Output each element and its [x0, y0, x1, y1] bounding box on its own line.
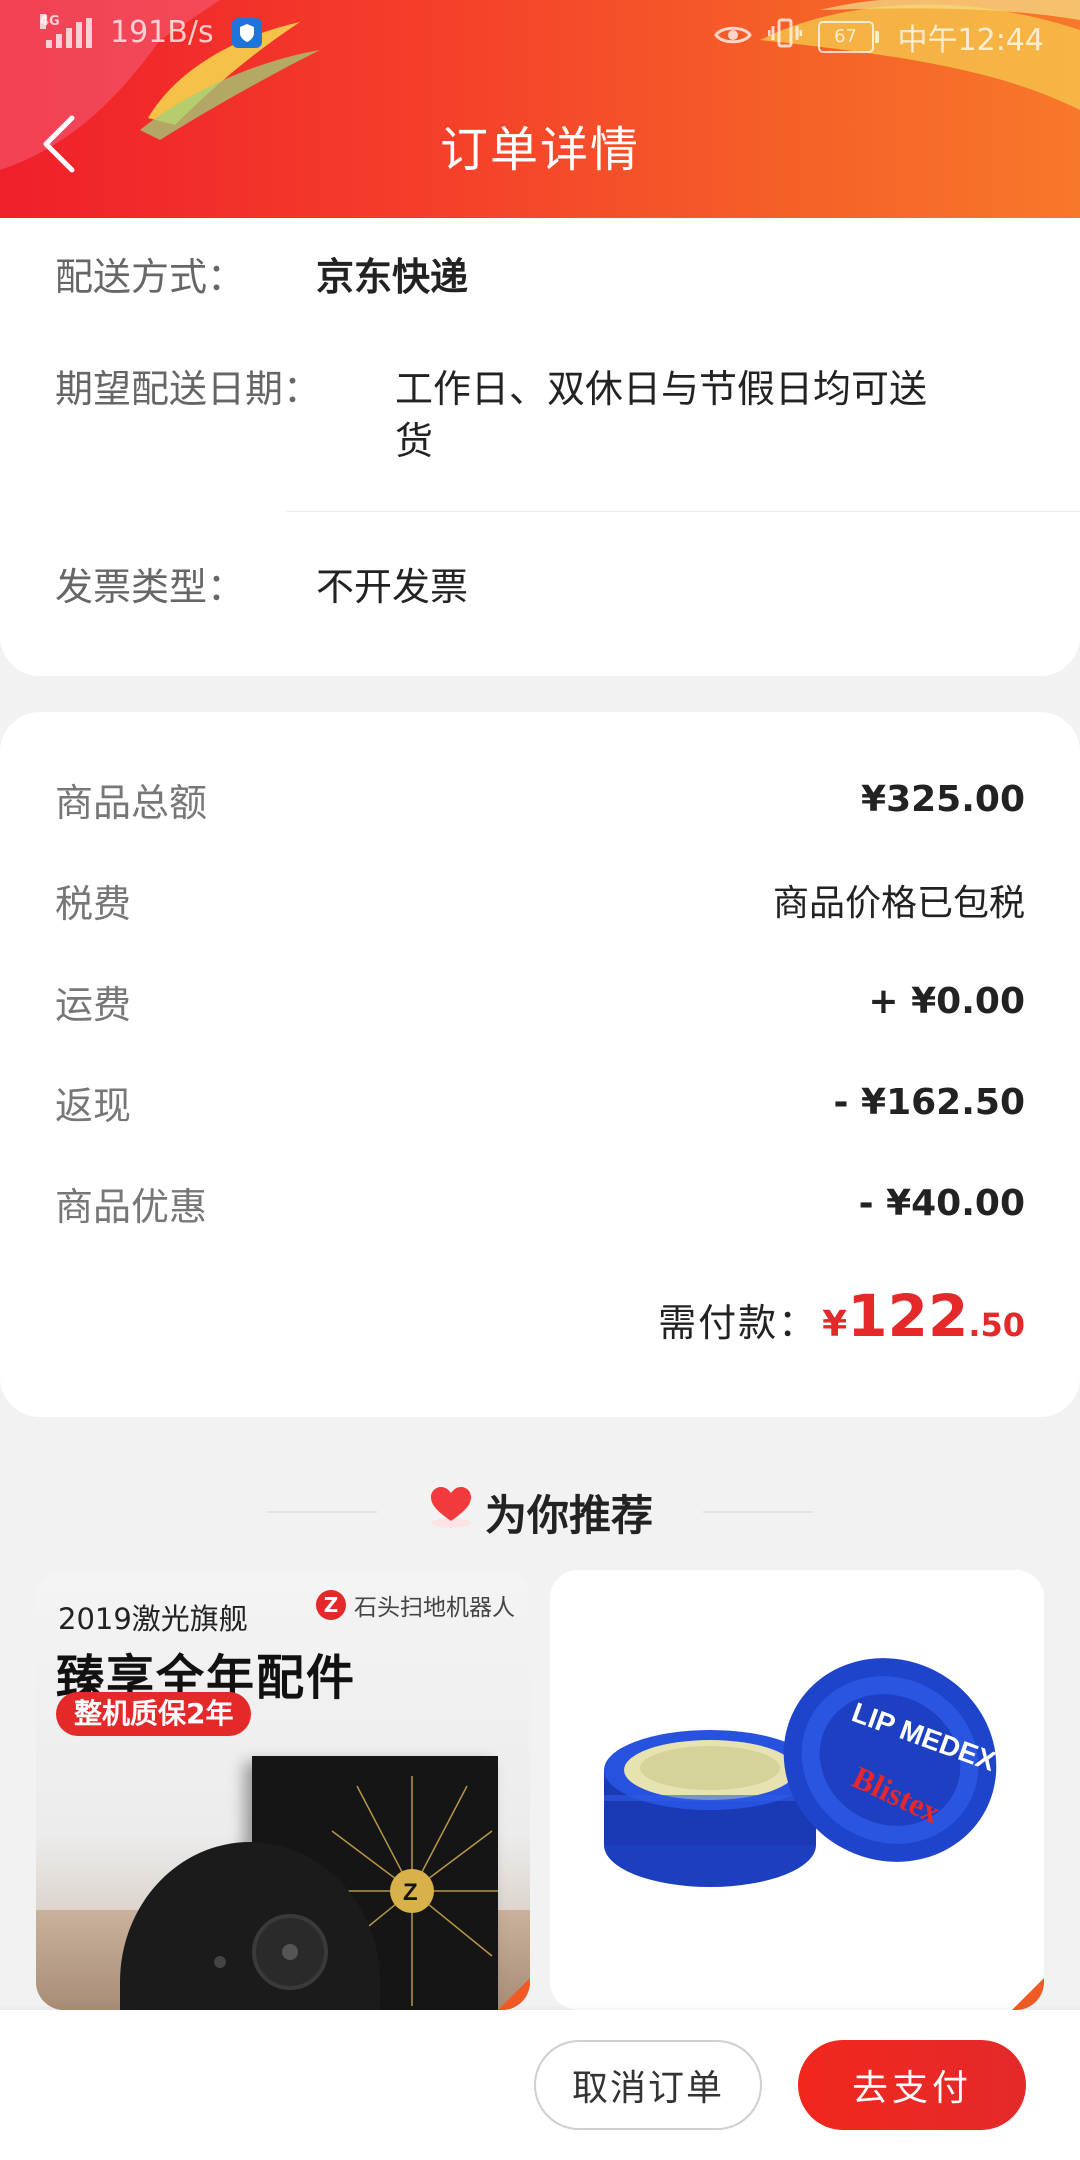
header: 4G 191B/s 67 中午12:44 订单详情 [0, 0, 1080, 218]
invoice-type-value: 不开发票 [316, 565, 469, 609]
total-integer: 122 [847, 1282, 969, 1350]
price-row-label: 商品总额 [55, 780, 208, 825]
delivery-date-value-line2: 货 [395, 419, 434, 463]
price-row-label: 税费 [55, 881, 132, 926]
brand-name: 石头扫地机器人 [354, 1595, 515, 1621]
price-row-value: - ¥40.00 [858, 1182, 1025, 1224]
delivery-date-label: 期望配送日期： [55, 367, 322, 411]
recommend-header: 为你推荐 [0, 1472, 1080, 1552]
invoice-type-label: 发票类型： [55, 565, 246, 609]
status-bar: 4G 191B/s 67 中午12:44 [0, 0, 1080, 70]
svg-text:Z: Z [403, 1879, 418, 1906]
price-row-cashback: 返现 - ¥162.50 [55, 1077, 1025, 1128]
price-row-subtotal: 商品总额 ¥325.00 [55, 774, 1025, 825]
divider [266, 1511, 377, 1513]
price-row-label: 商品优惠 [55, 1184, 208, 1229]
price-row-label: 返现 [55, 1083, 132, 1128]
price-row-value: ¥325.00 [861, 778, 1025, 820]
total-currency: ¥ [822, 1304, 848, 1345]
robot-vacuum-image [120, 1842, 380, 2010]
eye-icon [713, 20, 752, 55]
clock: 中午12:44 [897, 23, 1044, 58]
shield-icon [231, 17, 262, 48]
total-label: 需付款： [658, 1301, 819, 1345]
divider [286, 511, 1080, 512]
vibrate-icon [767, 18, 803, 56]
pay-button[interactable]: 去支付 [798, 2040, 1026, 2130]
price-row-discount: 商品优惠 - ¥40.00 [55, 1178, 1025, 1229]
corner-tag [498, 1978, 530, 2010]
price-row-label: 运费 [55, 982, 132, 1027]
corner-tag [1012, 1978, 1044, 2010]
price-summary-card: 商品总额 ¥325.00 税费 商品价格已包税 运费 + ¥0.00 返现 - … [0, 712, 1080, 1417]
network-type: 4G [40, 13, 60, 29]
delivery-info-card: 配送方式： 京东快递 期望配送日期： 工作日、双休日与节假日均可送 货 发票类型… [0, 218, 1080, 676]
delivery-method-label: 配送方式： [55, 255, 246, 299]
total-payable: 需付款： ¥ 122 .50 [658, 1282, 1025, 1350]
product-card[interactable]: 2019激光旗舰 Z 石头扫地机器人 臻享全年配件 整机质保2年 Z [36, 1570, 530, 2010]
page-title: 订单详情 [439, 122, 640, 178]
divider [703, 1511, 813, 1513]
total-decimal: .50 [968, 1306, 1025, 1344]
price-row-value: + ¥0.00 [868, 980, 1025, 1022]
heart-icon [427, 1483, 475, 1541]
price-row-shipping: 运费 + ¥0.00 [55, 976, 1025, 1027]
recommend-title: 为你推荐 [484, 1490, 653, 1540]
price-row-value: 商品价格已包税 [772, 883, 1025, 924]
product-card[interactable]: LIP MEDEX Blistex [550, 1570, 1044, 2010]
bottom-action-bar: 取消订单 去支付 [0, 2010, 1080, 2160]
cancel-order-button[interactable]: 取消订单 [534, 2040, 762, 2130]
signal-icon: 4G [40, 13, 92, 48]
price-row-value: - ¥162.50 [833, 1081, 1025, 1123]
product-badge: 整机质保2年 [56, 1692, 252, 1736]
lip-balm-image: LIP MEDEX Blistex [604, 1658, 1000, 1887]
battery-indicator: 67 [817, 21, 879, 53]
price-row-tax: 税费 商品价格已包税 [55, 875, 1025, 926]
product-brand: Z 石头扫地机器人 [316, 1588, 515, 1622]
network-speed: 191B/s [110, 15, 214, 50]
delivery-method-value: 京东快递 [316, 255, 469, 299]
brand-logo-icon: Z [316, 1590, 346, 1620]
product-subtitle: 2019激光旗舰 [58, 1602, 248, 1636]
delivery-date-value-line1: 工作日、双休日与节假日均可送 [395, 367, 928, 411]
